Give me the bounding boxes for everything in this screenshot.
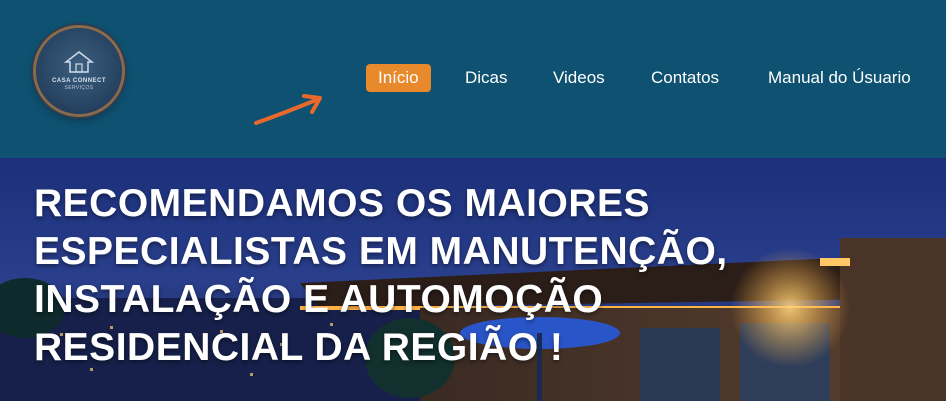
nav-item-inicio[interactable]: Início bbox=[366, 64, 431, 92]
arrow-pointer-icon bbox=[254, 94, 322, 125]
nav-item-contatos[interactable]: Contatos bbox=[651, 64, 719, 92]
nav-item-manual[interactable]: Manual do Úsuario bbox=[768, 64, 911, 92]
hero-title: RECOMENDAMOS OS MAIORES ESPECIALISTAS EM… bbox=[34, 182, 728, 369]
nav-item-dicas[interactable]: Dicas bbox=[465, 64, 508, 92]
nav-item-videos[interactable]: Videos bbox=[553, 64, 605, 92]
main-nav: Início Dicas Videos Contatos Manual do Ú… bbox=[0, 64, 946, 94]
hero-banner: RECOMENDAMOS OS MAIORES ESPECIALISTAS EM… bbox=[0, 158, 946, 401]
site-header: CASA CONNECT SERVIÇOS Início Dicas Video… bbox=[0, 0, 946, 158]
